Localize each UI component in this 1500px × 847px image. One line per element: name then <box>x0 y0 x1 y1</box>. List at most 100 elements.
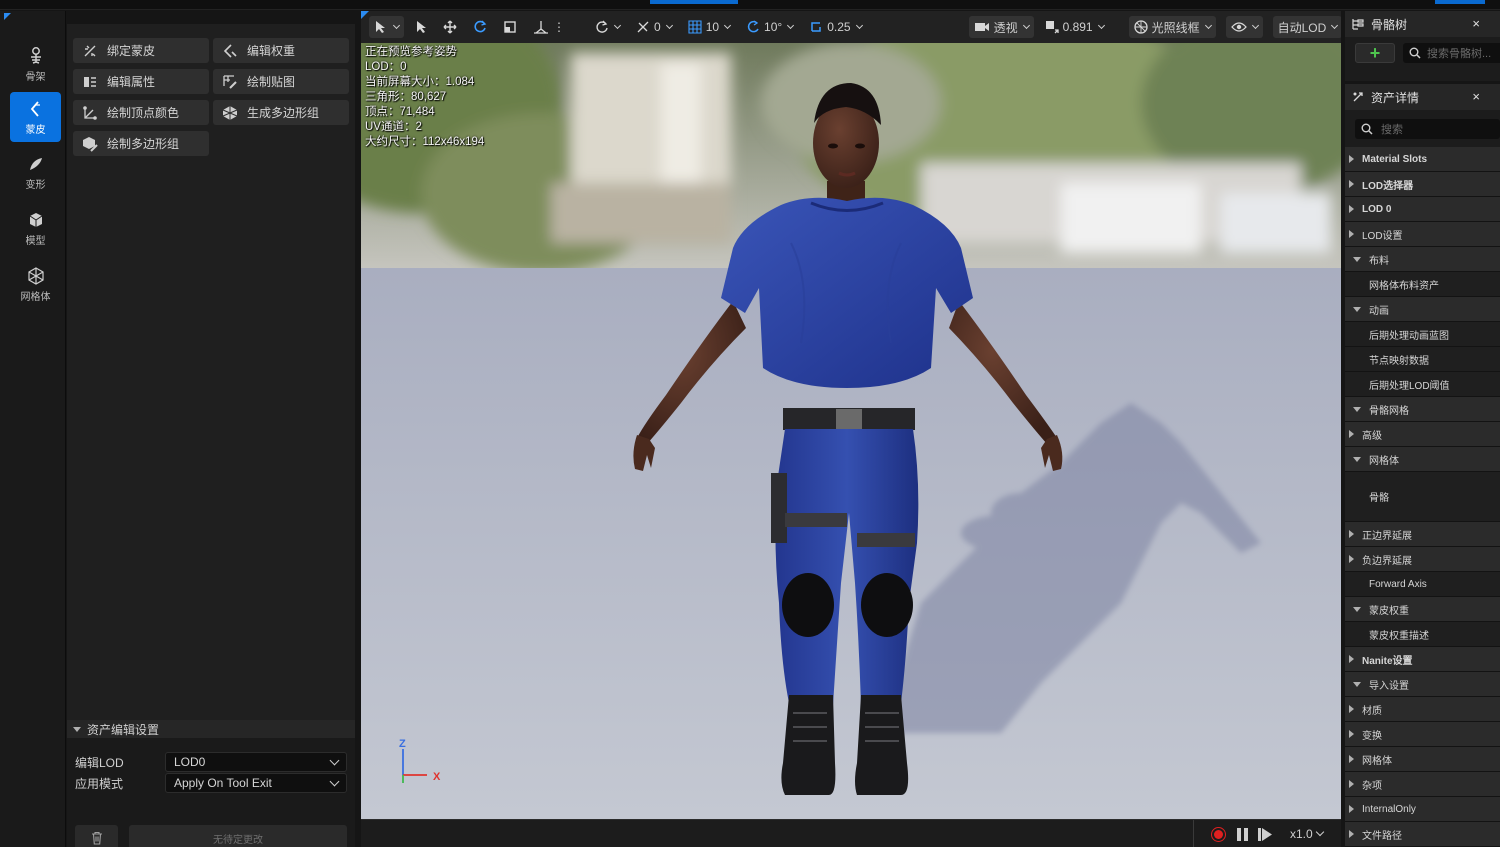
details-category-row[interactable]: 变换 <box>1345 722 1500 747</box>
rotate-tool-button[interactable] <box>468 16 492 38</box>
collapse-arrow-icon[interactable] <box>1349 705 1354 713</box>
details-category-row[interactable]: 骨骼网格 <box>1345 397 1500 422</box>
translate-tool-button[interactable] <box>438 16 462 38</box>
scale-tool-button[interactable] <box>498 16 522 38</box>
lod-dropdown[interactable]: 自动LOD <box>1272 16 1341 38</box>
details-category-row[interactable]: 网格体 <box>1345 747 1500 772</box>
coordinate-space-dropdown[interactable] <box>590 16 625 38</box>
collapse-arrow-icon[interactable] <box>1349 555 1354 563</box>
collapse-arrow-icon[interactable] <box>1349 205 1354 213</box>
details-property-row[interactable]: 后期处理动画蓝图 <box>1345 322 1500 347</box>
skeleton-tree-tab[interactable]: 骨骼树 × <box>1345 11 1500 37</box>
details-category-row[interactable]: LOD设置 <box>1345 222 1500 247</box>
edit-attributes-button[interactable]: 编辑属性 <box>73 69 209 94</box>
details-property-row[interactable]: 网格体布料资产 <box>1345 272 1500 297</box>
expand-arrow-icon[interactable] <box>1353 306 1361 312</box>
collapse-arrow-icon[interactable] <box>1349 780 1354 788</box>
collapse-arrow-icon[interactable] <box>1349 430 1354 438</box>
paint-maps-button[interactable]: 绘制贴图 <box>213 69 349 94</box>
details-row-label: 材质 <box>1362 705 1382 717</box>
grid-snap-dropdown[interactable]: 10 <box>683 16 735 38</box>
surface-snap-button[interactable]: ⋮ <box>528 16 570 38</box>
bone-search-input[interactable]: 搜索骨骼树... <box>1403 43 1500 63</box>
angle-snap-dropdown[interactable]: 10° <box>741 16 798 38</box>
eye-icon <box>1230 22 1247 32</box>
details-category-row[interactable]: 网格体 <box>1345 447 1500 472</box>
details-property-row[interactable]: Forward Axis <box>1345 572 1500 597</box>
details-category-row[interactable]: 导入设置 <box>1345 672 1500 697</box>
expand-arrow-icon[interactable] <box>1353 256 1361 262</box>
viewport-scene[interactable]: 正在预览参考姿势 LOD：0 当前屏幕大小：1.084 三角形：80,627 顶… <box>361 11 1341 819</box>
details-property-row[interactable]: 后期处理LOD阈值 <box>1345 372 1500 397</box>
no-pending-changes-button[interactable]: 无待定更改 <box>129 825 347 847</box>
step-forward-button[interactable] <box>1258 828 1272 841</box>
details-category-row[interactable]: 动画 <box>1345 297 1500 322</box>
details-category-row[interactable]: 负边界延展 <box>1345 547 1500 572</box>
mode-skeleton[interactable]: 骨架 <box>10 39 61 89</box>
collapse-arrow-icon[interactable] <box>1349 530 1354 538</box>
edit-weights-button[interactable]: 编辑权重 <box>213 38 349 63</box>
details-category-row[interactable]: Material Slots <box>1345 147 1500 172</box>
select-tool-button[interactable] <box>410 16 432 38</box>
pause-button[interactable] <box>1237 828 1249 841</box>
select-mode-dropdown[interactable] <box>369 16 404 38</box>
paint-vertex-colors-button[interactable]: 绘制顶点颜色 <box>73 100 209 125</box>
collapse-arrow-icon[interactable] <box>1349 180 1354 188</box>
mode-skin[interactable]: 蒙皮 <box>10 92 61 142</box>
expand-arrow-icon[interactable] <box>1353 406 1361 412</box>
details-search-input[interactable]: 搜索 <box>1355 119 1500 139</box>
asset-details-tab[interactable]: 资产详情 × <box>1345 84 1500 110</box>
details-category-row[interactable]: 正边界延展 <box>1345 522 1500 547</box>
asset-settings-header[interactable]: 资产编辑设置 <box>67 720 355 738</box>
paint-polygroups-button[interactable]: 绘制多边形组 <box>73 131 209 156</box>
close-icon[interactable]: × <box>1472 89 1480 104</box>
mode-model[interactable]: 模型 <box>10 203 61 253</box>
scale-snap-dropdown[interactable]: 0.25 <box>804 16 866 38</box>
trash-icon <box>91 831 102 845</box>
bind-skin-button[interactable]: 绑定蒙皮 <box>73 38 209 63</box>
viewport[interactable]: ⋮ 0 10 10° 0.25 透视 0.891 光照线框 自动LOD 正在预览… <box>361 11 1341 819</box>
show-flags-dropdown[interactable] <box>1225 16 1263 38</box>
collapse-arrow-icon[interactable] <box>1349 755 1354 763</box>
details-category-row[interactable]: 布料 <box>1345 247 1500 272</box>
details-category-row[interactable]: 文件路径 <box>1345 822 1500 847</box>
details-category-row[interactable]: InternalOnly <box>1345 797 1500 822</box>
expand-arrow-icon[interactable] <box>1353 606 1361 612</box>
playback-speed-dropdown[interactable]: x1.0 <box>1290 827 1324 841</box>
details-category-row[interactable]: LOD选择器 <box>1345 172 1500 197</box>
details-category-row[interactable]: 高级 <box>1345 422 1500 447</box>
expand-arrow-icon[interactable] <box>1353 456 1361 462</box>
collapse-arrow-icon[interactable] <box>1349 230 1354 238</box>
mode-mesh[interactable]: 网格体 <box>10 259 61 309</box>
details-property-row[interactable]: 蒙皮权重描述 <box>1345 622 1500 647</box>
edit-lod-dropdown[interactable]: LOD0 <box>165 752 347 772</box>
more-options-icon[interactable]: ⋮ <box>553 20 565 34</box>
chevron-down-icon <box>329 755 340 765</box>
mode-deform[interactable]: 变形 <box>10 147 61 197</box>
add-bone-button[interactable]: + <box>1355 43 1395 63</box>
collapse-arrow-icon[interactable] <box>1349 830 1354 838</box>
details-category-row[interactable]: 蒙皮权重 <box>1345 597 1500 622</box>
apply-mode-dropdown[interactable]: Apply On Tool Exit <box>165 773 347 793</box>
collapse-arrow-icon[interactable] <box>1349 805 1354 813</box>
close-icon[interactable]: × <box>1472 16 1480 31</box>
expand-arrow-icon[interactable] <box>1353 681 1361 687</box>
details-row-label: 后期处理LOD阈值 <box>1369 380 1450 392</box>
screen-size-dropdown[interactable]: 0.891 <box>1040 16 1109 38</box>
collapse-arrow-icon[interactable] <box>1349 155 1354 163</box>
details-category-row[interactable]: 材质 <box>1345 697 1500 722</box>
lighting-mode-dropdown[interactable]: 光照线框 <box>1128 16 1216 38</box>
details-category-row[interactable]: 杂项 <box>1345 772 1500 797</box>
details-category-row[interactable]: Nanite设置 <box>1345 647 1500 672</box>
rotate-snap-dropdown[interactable]: 0 <box>631 16 677 38</box>
details-property-row[interactable]: 骨骼 <box>1345 472 1500 522</box>
generate-polygroups-label: 生成多边形组 <box>247 106 320 120</box>
collapse-arrow-icon[interactable] <box>1349 655 1354 663</box>
view-mode-dropdown[interactable]: 透视 <box>968 16 1034 38</box>
collapse-arrow-icon[interactable] <box>1349 730 1354 738</box>
details-property-row[interactable]: 节点映射数据 <box>1345 347 1500 372</box>
record-button[interactable] <box>1211 827 1226 842</box>
generate-polygroups-button[interactable]: 生成多边形组 <box>213 100 349 125</box>
delete-button[interactable] <box>75 825 118 847</box>
details-category-row[interactable]: LOD 0 <box>1345 197 1500 222</box>
